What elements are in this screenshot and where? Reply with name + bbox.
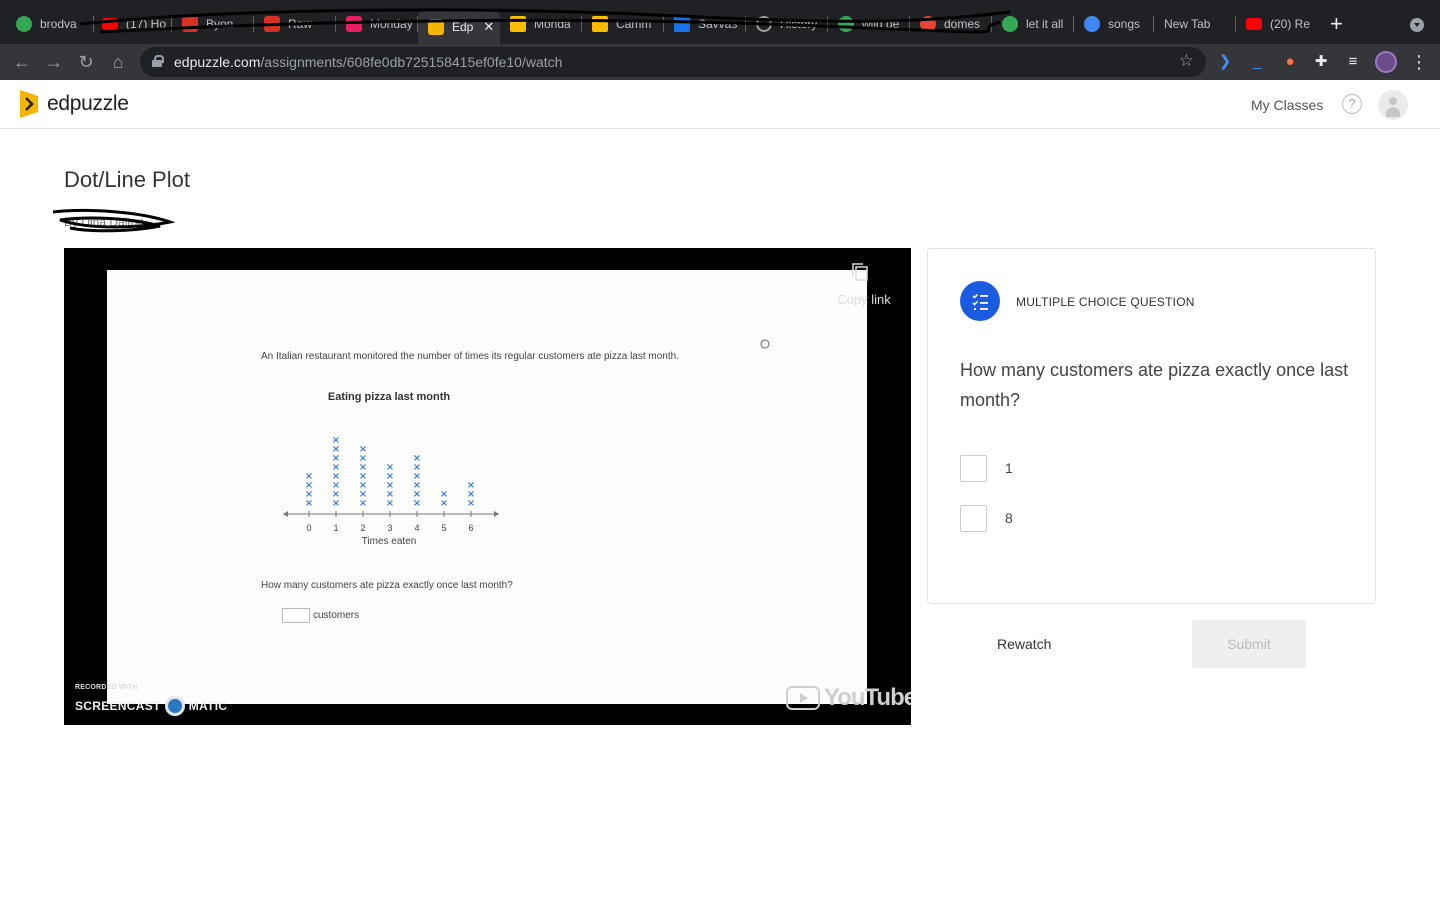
url-text[interactable]: edpuzzle.com/assignments/608fe0db7251584…	[174, 54, 562, 70]
chrome-menu-icon[interactable]: ⋮	[1410, 50, 1428, 74]
user-avatar[interactable]	[1378, 90, 1408, 120]
youtube-logo[interactable]: YouTube	[786, 684, 911, 712]
rewatch-button[interactable]: Rewatch	[997, 636, 1051, 652]
home-icon[interactable]: ⌂	[106, 50, 130, 74]
chart-dot-mark: ×	[413, 453, 421, 464]
dot-plot-chart: Eating pizza last month 0××××1××××××××2×…	[283, 391, 499, 547]
puzzle-extensions-icon[interactable]: ✚	[1311, 52, 1331, 72]
chart-title: Eating pizza last month	[328, 391, 451, 403]
chart-dot-mark: ×	[359, 444, 367, 455]
browser-tab[interactable]: songs	[1074, 10, 1154, 38]
tab-search-icon[interactable]	[1410, 18, 1424, 32]
profile-avatar[interactable]	[1375, 51, 1397, 73]
browser-toolbar: ← → ↻ ⌂ edpuzzle.com/assignments/608fe0d…	[0, 44, 1440, 80]
google-favicon-icon	[1084, 16, 1100, 32]
browser-tab-strip: brodva (17) Ho Byon Raw Monday Edp ✕ Mond…	[0, 0, 1440, 44]
reading-list-icon[interactable]: ≡	[1343, 52, 1363, 72]
help-icon[interactable]: ?	[1342, 94, 1362, 114]
submit-button[interactable]: Submit	[1192, 620, 1306, 668]
forward-arrow-icon[interactable]: →	[42, 50, 66, 74]
google-favicon-icon	[16, 16, 32, 32]
youtube-favicon-icon	[1246, 18, 1262, 30]
chart-x-axis-label: Times eaten	[362, 536, 417, 547]
chart-x-tick-label: 4	[414, 523, 419, 533]
question-type-label: MULTIPLE CHOICE QUESTION	[1016, 295, 1195, 309]
site-header: edpuzzle My Classes ?	[0, 80, 1440, 129]
chart-x-tick-label: 1	[333, 523, 338, 533]
chart-x-tick-label: 0	[306, 523, 311, 533]
chart-dot-mark: ×	[386, 462, 394, 473]
chart-x-tick-label: 3	[387, 523, 392, 533]
slide-question-text: How many customers ate pizza exactly onc…	[261, 580, 513, 591]
answer-checkbox[interactable]	[960, 454, 987, 482]
copy-link-icon[interactable]	[851, 262, 869, 282]
chart-dot-mark: ×	[440, 489, 448, 500]
question-panel: MULTIPLE CHOICE QUESTION How many custom…	[927, 248, 1376, 604]
reload-icon[interactable]: ↻	[74, 50, 98, 74]
my-classes-link[interactable]: My Classes	[1251, 97, 1323, 113]
slide-answer-unit: customers	[313, 610, 360, 621]
answer-option-label: 1	[1005, 460, 1013, 476]
youtube-play-icon	[786, 686, 820, 710]
chart-dot-mark: ×	[467, 480, 475, 491]
browser-tab[interactable]: New Tab	[1154, 10, 1236, 38]
chart-axis-arrow	[283, 511, 288, 517]
chart-dot-mark: ×	[305, 471, 313, 482]
chart-dot-mark: ×	[332, 435, 340, 446]
chart-axis-arrow	[494, 511, 499, 517]
screencast-watermark: SCREENCAST MATIC	[75, 696, 227, 716]
video-player[interactable]: An Italian restaurant monitored the numb…	[64, 248, 911, 725]
chart-x-tick-label: 6	[468, 523, 473, 533]
question-text: How many customers ate pizza exactly onc…	[960, 360, 1349, 410]
slide-prompt-text: An Italian restaurant monitored the numb…	[261, 351, 679, 362]
new-tab-button[interactable]: +	[1330, 12, 1343, 36]
extension-icon[interactable]: ❯	[1215, 52, 1235, 72]
multiple-choice-icon	[960, 281, 1000, 321]
answer-option[interactable]: 1	[960, 454, 1260, 482]
answer-option-label: 8	[1005, 510, 1013, 526]
chart-x-tick-label: 2	[360, 523, 365, 533]
screencast-logo-icon	[164, 696, 185, 716]
answer-checkbox[interactable]	[960, 504, 987, 532]
bookmark-star-icon[interactable]: ☆	[1179, 51, 1194, 71]
slide-answer-box	[282, 608, 310, 623]
answer-option[interactable]: 8	[960, 504, 1260, 532]
browser-tab[interactable]: (20) Re	[1236, 10, 1318, 38]
scribble-redaction-icon	[79, 8, 1011, 34]
video-slide: An Italian restaurant monitored the numb…	[107, 270, 867, 704]
extension-icon[interactable]: _	[1247, 52, 1267, 72]
cursor-icon	[760, 339, 770, 349]
address-bar[interactable]: edpuzzle.com/assignments/608fe0db7251584…	[140, 47, 1206, 77]
edpuzzle-logo-icon[interactable]	[16, 88, 42, 120]
back-arrow-icon[interactable]: ←	[10, 50, 34, 74]
page-title: Dot/Line Plot	[64, 167, 190, 192]
lock-icon	[152, 55, 164, 67]
scribble-redaction-icon	[52, 208, 175, 233]
logo-text[interactable]: edpuzzle	[47, 92, 129, 116]
chart-x-tick-label: 5	[441, 523, 446, 533]
extension-icon[interactable]: ●	[1280, 52, 1300, 72]
copy-link-button[interactable]: Copy link	[824, 292, 904, 307]
plot-marks: 0××××1××××××××2×××××××3×××××4××××××5××6×…	[283, 435, 499, 533]
recorded-with-label: RECORDED WITH	[75, 684, 138, 691]
